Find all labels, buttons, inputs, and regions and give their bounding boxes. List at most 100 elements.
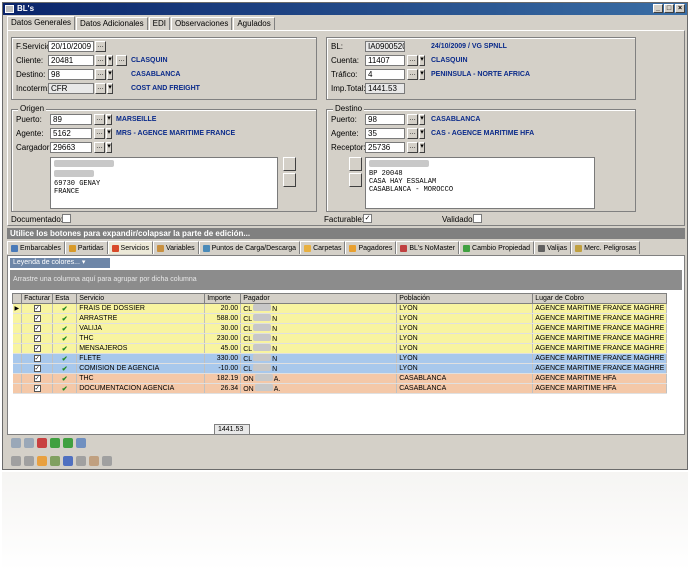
col-pagador[interactable]: Pagador (240, 293, 398, 304)
add-row-icon[interactable] (11, 438, 21, 448)
cliente-lookup-button[interactable]: … (95, 55, 106, 66)
sort-icon[interactable] (76, 438, 86, 448)
tab-cambio-propiedad[interactable]: Cambio Propiedad (459, 241, 534, 254)
facturar-checkbox[interactable]: ✓ (21, 353, 54, 364)
receptor-field[interactable]: 25736 (365, 142, 405, 153)
remove-row-icon[interactable] (24, 438, 34, 448)
origen-address-button-1[interactable] (283, 157, 296, 171)
facturable-checkbox[interactable]: ✓ (363, 214, 372, 223)
facturar-checkbox[interactable]: ✓ (21, 333, 54, 344)
destino-field[interactable]: 98 (48, 69, 94, 80)
origen-puerto-field[interactable]: 89 (50, 114, 92, 125)
origen-agente-dropdown-icon[interactable]: ▾ (106, 128, 112, 139)
tab-merc-peligrosas[interactable]: Merc. Peligrosas (571, 241, 641, 254)
tab-agulados[interactable]: Agulados (233, 17, 275, 30)
tab-edi[interactable]: EDI (148, 17, 170, 30)
attach-icon[interactable] (89, 456, 99, 466)
trafico-lookup-button[interactable]: … (407, 69, 418, 80)
facturar-checkbox[interactable]: ✓ (21, 343, 54, 354)
tab-embarcables[interactable]: Embarcables (7, 241, 65, 254)
cargador-field[interactable]: 29663 (50, 142, 92, 153)
facturar-checkbox[interactable]: ✓ (21, 303, 54, 314)
delete-icon[interactable] (37, 438, 47, 448)
origen-agente-lookup-button[interactable]: … (94, 128, 105, 139)
col-facturar[interactable]: Facturar (21, 293, 54, 304)
col-servicio[interactable]: Servicio (76, 293, 206, 304)
cliente-extra-button[interactable]: … (116, 55, 127, 66)
incoterm-field[interactable]: CFR (48, 83, 94, 94)
facturar-checkbox[interactable]: ✓ (21, 313, 54, 324)
facturar-checkbox[interactable]: ✓ (21, 373, 54, 384)
fservicio-field[interactable]: 20/10/2009 (48, 41, 94, 52)
col-lugar-cobro[interactable]: Lugar de Cobro (532, 293, 668, 304)
cuenta-dropdown-icon[interactable]: ▾ (419, 55, 425, 66)
incoterm-dropdown-icon[interactable]: ▾ (107, 83, 113, 94)
col-esta[interactable]: Esta (52, 293, 78, 304)
cuenta-lookup-button[interactable]: … (407, 55, 418, 66)
origen-address-button-2[interactable] (283, 173, 296, 187)
tab-servicios[interactable]: Servicios (107, 241, 153, 254)
tab-bls-nomaster[interactable]: BL's NoMaster (396, 241, 460, 254)
cuenta-field[interactable]: 11407 (365, 55, 405, 66)
trafico-dropdown-icon[interactable]: ▾ (419, 69, 425, 80)
table-row[interactable]: ✓ ✔ MENSAJEROS 45.00 CL N LYON AGENCE MARITIME … (12, 343, 668, 354)
settings-icon[interactable] (11, 456, 21, 466)
table-row[interactable]: ✓ ✔ FLETE 330.00 CL N LYON AGENCE MARITIME FRAN… (12, 353, 668, 364)
receptor-lookup-button[interactable]: … (407, 142, 418, 153)
facturar-checkbox[interactable]: ✓ (21, 363, 54, 374)
tab-carpetas[interactable]: Carpetas (300, 241, 346, 254)
destino-address-memo[interactable]: BP 20048 CASA HAY ESSALAM CASABLANCA - M… (365, 157, 595, 209)
tab-variables[interactable]: Variables (152, 241, 199, 254)
tab-valijas[interactable]: Valijas (534, 241, 572, 254)
facturar-checkbox[interactable]: ✓ (21, 383, 54, 394)
minimize-button[interactable]: _ (653, 4, 663, 13)
table-row[interactable]: ✓ ✔ DOCUMENTACION AGENCIA 26.34 ON A. CASABLAN… (12, 383, 668, 394)
destino-dropdown-icon[interactable]: ▾ (107, 69, 113, 80)
cargador-lookup-button[interactable]: … (94, 142, 105, 153)
close-button[interactable]: × (675, 4, 685, 13)
destino-puerto-dropdown-icon[interactable]: ▾ (419, 114, 425, 125)
group-by-area[interactable]: Arrastre una columna aquí para agrupar p… (10, 270, 682, 290)
destino-agente-field[interactable]: 35 (365, 128, 405, 139)
tab-partidas[interactable]: Partidas (64, 241, 108, 254)
destino-puerto-lookup-button[interactable]: … (407, 114, 418, 125)
legend-dropdown[interactable]: Leyenda de colores... ▾ (10, 258, 110, 268)
receptor-dropdown-icon[interactable]: ▾ (419, 142, 425, 153)
table-row[interactable]: ✓ ✔ COMISION DE AGENCIA -10.00 CL N LYON AGENCE… (12, 363, 668, 374)
tab-datos-adicionales[interactable]: Datos Adicionales (76, 17, 148, 30)
document-icon[interactable] (50, 456, 60, 466)
tab-datos-generales[interactable]: Datos Generales (7, 16, 76, 30)
cargador-dropdown-icon[interactable]: ▾ (106, 142, 112, 153)
origen-agente-field[interactable]: 5162 (50, 128, 92, 139)
cliente-field[interactable]: 20481 (48, 55, 94, 66)
tab-puntos-carga[interactable]: Puntos de Carga/Descarga (198, 241, 301, 254)
table-row[interactable]: ✓ ✔ ARRASTRE 588.00 CL N LYON AGENCE MARITIME F… (12, 313, 668, 324)
destino-agente-dropdown-icon[interactable]: ▾ (419, 128, 425, 139)
col-poblacion[interactable]: Población (396, 293, 534, 304)
trafico-field[interactable]: 4 (365, 69, 405, 80)
refresh-icon[interactable] (76, 456, 86, 466)
save-icon[interactable] (24, 456, 34, 466)
tab-pagadores[interactable]: Pagadores (345, 241, 397, 254)
expand-hint-bar[interactable]: Utilice los botones para expandir/colaps… (7, 228, 685, 239)
origen-puerto-lookup-button[interactable]: … (94, 114, 105, 125)
filter-icon[interactable] (63, 438, 73, 448)
destino-lookup-button[interactable]: … (95, 69, 106, 80)
cliente-dropdown-icon[interactable]: ▾ (107, 55, 113, 66)
date-picker-button[interactable]: … (95, 41, 106, 52)
bl-field[interactable]: IA09005202 (365, 41, 405, 52)
validado-checkbox[interactable] (473, 214, 482, 223)
destino-agente-lookup-button[interactable]: … (407, 128, 418, 139)
col-importe[interactable]: Importe (204, 293, 242, 304)
destino-puerto-field[interactable]: 98 (365, 114, 405, 125)
documentado-checkbox[interactable] (62, 214, 71, 223)
facturar-checkbox[interactable]: ✓ (21, 323, 54, 334)
export-icon[interactable] (50, 438, 60, 448)
origen-address-memo[interactable]: 69730 GENAY FRANCE (50, 157, 278, 209)
print-icon[interactable] (63, 456, 73, 466)
incoterm-lookup-button[interactable]: … (95, 83, 106, 94)
table-row[interactable]: ✓ ✔ THC 182.19 ON A. CASABLANCA AGENCE MARITIME… (12, 373, 668, 384)
destino-address-button-1[interactable] (349, 157, 362, 171)
table-row[interactable]: ✓ ✔ VALIJA 30.00 CL N LYON AGENCE MARITIME FRAN… (12, 323, 668, 334)
maximize-button[interactable]: □ (664, 4, 674, 13)
